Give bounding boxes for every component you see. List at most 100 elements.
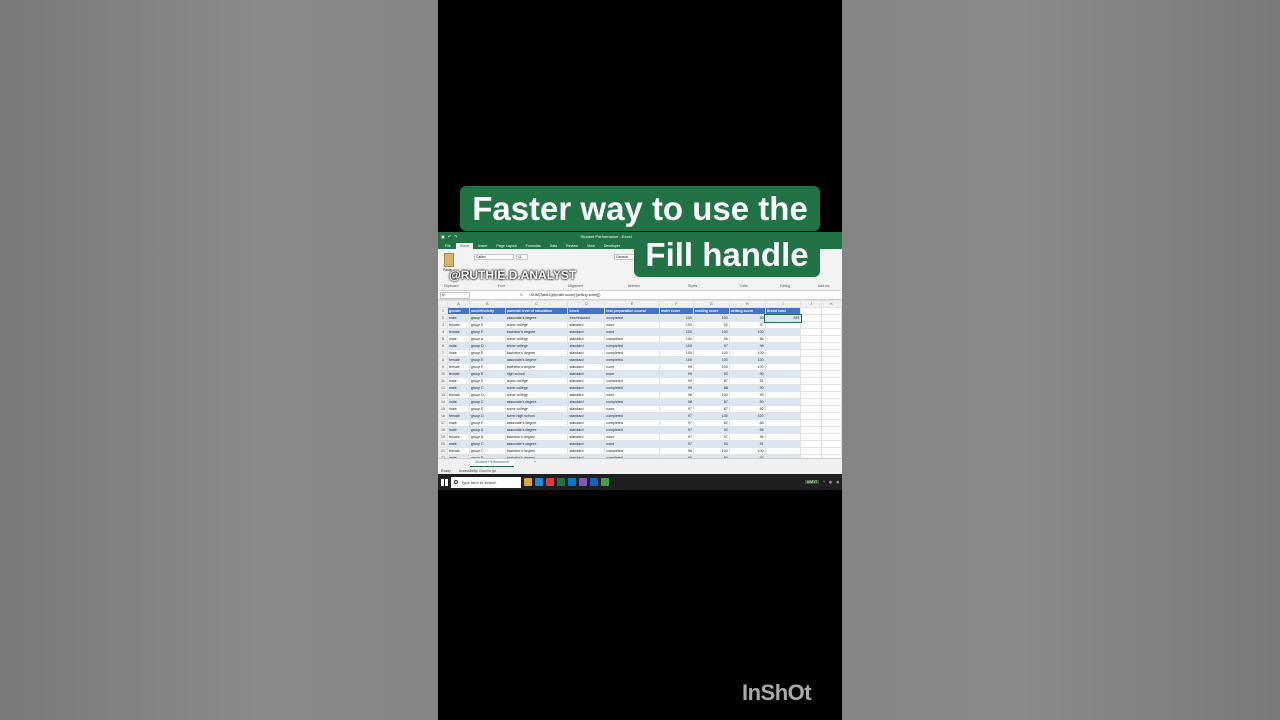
cell[interactable]: associate's degree (504, 356, 569, 364)
cell[interactable]: completed (604, 412, 661, 420)
cell[interactable]: 82 (728, 405, 766, 413)
cell[interactable] (764, 342, 802, 350)
cell[interactable]: completed (604, 377, 661, 385)
empty-cell[interactable] (800, 412, 823, 420)
cell[interactable]: standard (567, 328, 606, 336)
teams-icon[interactable] (579, 478, 587, 486)
cell[interactable] (764, 391, 802, 399)
cell[interactable]: 87 (692, 405, 730, 413)
cell[interactable]: 87 (692, 377, 730, 385)
windows-start-icon[interactable] (441, 478, 448, 486)
cell[interactable]: some college (504, 384, 569, 392)
empty-cell[interactable] (800, 342, 823, 350)
cell[interactable]: female (446, 370, 470, 378)
empty-cell[interactable] (821, 426, 842, 434)
empty-cell[interactable] (800, 384, 823, 392)
cell[interactable]: bachelor's degree (504, 328, 569, 336)
cell[interactable]: completed (604, 419, 661, 427)
cell[interactable]: 81 (728, 377, 766, 385)
cell[interactable]: associate's degree (504, 398, 569, 406)
cell[interactable]: none (604, 405, 661, 413)
excel-taskbar-icon[interactable] (557, 478, 565, 486)
cell[interactable]: associate's degree (504, 426, 569, 434)
cell[interactable]: male (446, 314, 470, 322)
chevron-up-icon[interactable]: ^ (823, 480, 825, 484)
cell[interactable]: standard (567, 377, 606, 385)
header-cell[interactable]: parental level of education (504, 307, 569, 315)
column-header[interactable]: G (692, 300, 730, 308)
cell[interactable]: male (446, 440, 470, 448)
cell[interactable]: group E (468, 405, 506, 413)
empty-cell[interactable] (821, 447, 842, 455)
fx-icon[interactable]: fx (520, 293, 523, 297)
cell[interactable]: 100 (728, 412, 766, 420)
cell[interactable]: none (604, 433, 661, 441)
empty-cell[interactable] (800, 328, 823, 336)
cell[interactable]: none (604, 363, 661, 371)
cell[interactable]: 97 (659, 433, 694, 441)
cell[interactable] (764, 412, 802, 420)
cell[interactable]: 88 (692, 384, 730, 392)
cell[interactable]: 100 (692, 391, 730, 399)
row-header[interactable]: 7 (438, 349, 448, 357)
column-header[interactable]: K (821, 300, 842, 308)
cell[interactable]: standard (567, 349, 606, 357)
cell[interactable] (764, 356, 802, 364)
cell[interactable]: 100 (728, 447, 766, 455)
cell[interactable]: some college (504, 377, 569, 385)
row-header[interactable]: 10 (438, 370, 448, 378)
cell[interactable]: none (604, 440, 661, 448)
row-header[interactable]: 14 (438, 398, 448, 406)
empty-cell[interactable] (800, 335, 823, 343)
cell[interactable]: 99 (728, 342, 766, 350)
header-cell[interactable]: test preparation course (604, 307, 661, 315)
name-box[interactable]: I2 (440, 291, 470, 299)
row-header[interactable]: 8 (438, 356, 448, 364)
cell[interactable]: 96 (659, 447, 694, 455)
cell[interactable]: group D (468, 391, 506, 399)
cell[interactable]: group A (468, 426, 506, 434)
cell[interactable] (764, 370, 802, 378)
cell[interactable]: some college (504, 342, 569, 350)
cell[interactable]: 90 (728, 398, 766, 406)
cell[interactable]: male (446, 419, 470, 427)
cell[interactable]: some high school (504, 412, 569, 420)
cell[interactable]: 93 (692, 440, 730, 448)
column-header[interactable]: E (604, 300, 661, 308)
empty-cell[interactable] (821, 398, 842, 406)
empty-cell[interactable] (821, 342, 842, 350)
cell[interactable]: 100 (692, 447, 730, 455)
cell[interactable]: none (604, 391, 661, 399)
cell[interactable]: group E (468, 370, 506, 378)
row-header[interactable]: 5 (438, 335, 448, 343)
empty-cell[interactable] (800, 321, 823, 329)
cell[interactable]: some college (504, 335, 569, 343)
empty-cell[interactable] (821, 384, 842, 392)
cell[interactable]: completed (604, 349, 661, 357)
cell[interactable]: 82 (692, 419, 730, 427)
cell[interactable]: 100 (728, 328, 766, 336)
cell[interactable]: completed (604, 342, 661, 350)
cell[interactable]: bachelor's degree (504, 447, 569, 455)
row-header[interactable]: 11 (438, 377, 448, 385)
row-header[interactable]: 21 (438, 447, 448, 455)
cell[interactable]: 93 (728, 314, 766, 322)
row-header[interactable]: 18 (438, 426, 448, 434)
cell[interactable]: 100 (692, 412, 730, 420)
cell[interactable]: group E (468, 363, 506, 371)
row-header[interactable]: 4 (438, 328, 448, 336)
cell[interactable]: bachelor's degree (504, 349, 569, 357)
empty-cell[interactable] (800, 398, 823, 406)
cell[interactable]: standard (567, 356, 606, 364)
empty-cell[interactable] (821, 335, 842, 343)
save-icon[interactable]: ▣ (441, 234, 445, 239)
cell[interactable] (764, 398, 802, 406)
cell[interactable]: male (446, 405, 470, 413)
status-accessibility[interactable]: Accessibility: Good to go (459, 469, 496, 473)
cell[interactable]: 97 (692, 433, 730, 441)
column-header[interactable]: I (764, 300, 802, 308)
empty-cell[interactable] (800, 377, 823, 385)
cell[interactable]: group C (468, 440, 506, 448)
column-header[interactable]: D (567, 300, 606, 308)
cell[interactable] (764, 426, 802, 434)
